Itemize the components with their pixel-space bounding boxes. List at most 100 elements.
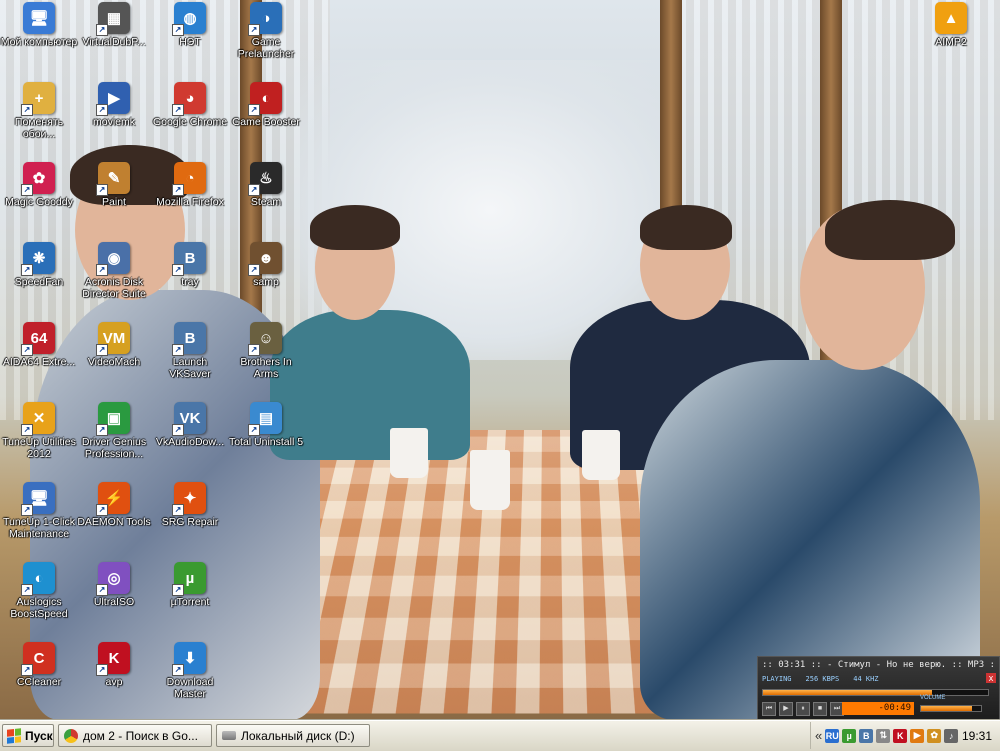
system-tray: « RU µ B ⇅ K ▶ ✿ ♪ 19:31 <box>810 722 1000 749</box>
desktop-icon-label: VkAudioDow... <box>155 436 225 448</box>
desktop-icon-aida64[interactable]: 64 ↗ AIDA64 Extre... <box>0 322 78 368</box>
aimp-seek-fill <box>763 690 932 695</box>
desktop-icon-label: VirtualDubP... <box>82 36 146 48</box>
desktop-icon-label: Acronis Disk Director Suite <box>82 276 146 300</box>
network-tray-icon[interactable]: ⇅ <box>876 728 891 743</box>
aimp-volume-slider[interactable] <box>920 705 982 712</box>
shortcut-arrow-icon: ↗ <box>96 424 108 436</box>
start-button[interactable]: Пуск <box>2 724 54 747</box>
vk-tray-icon[interactable]: B <box>859 728 874 743</box>
desktop-icon-kaspersky[interactable]: K ↗ avp <box>75 642 153 688</box>
aimp-play-button[interactable]: ▶ <box>779 702 793 716</box>
desktop-icon-daemon-tools[interactable]: ⚡ ↗ DAEMON Tools <box>75 482 153 528</box>
desktop-icon-change-wallpaper[interactable]: + ↗ Поменять обои... <box>0 82 78 140</box>
aimp-samplerate: 44 KHZ <box>853 675 879 683</box>
aimp-bitrate: 256 KBPS <box>805 675 840 683</box>
desktop-icon-ultraiso[interactable]: ◎ ↗ UltraISO <box>75 562 153 608</box>
desktop-icon-label: Mozilla Firefox <box>156 196 224 208</box>
game-prelauncher-icon: ◑ ↗ <box>248 2 282 36</box>
desktop-icon-samp[interactable]: ☻ ↗ samp <box>227 242 305 288</box>
desktop-icon-label: VideoMach <box>87 356 141 368</box>
desktop-icon-paint[interactable]: ✎ ↗ Paint <box>75 162 153 208</box>
desktop-icon-game-booster[interactable]: ◐ ↗ Game Booster <box>227 82 305 128</box>
download-master-icon: ⬇ ↗ <box>172 642 206 676</box>
desktop-icon-magic-gooddy[interactable]: ✿ ↗ Magic Gooddy <box>0 162 78 208</box>
aimp-pause-button[interactable]: ⏸ <box>796 702 810 716</box>
shortcut-arrow-icon: ↗ <box>96 24 108 36</box>
desktop-icon-vksaver[interactable]: B ↗ Launch VKSaver <box>151 322 229 380</box>
desktop-icon-label: Launch VKSaver <box>169 356 211 380</box>
aimp-mini-player[interactable]: :: 03:31 :: - Стимул - Но не верю. :: MP… <box>757 656 1000 720</box>
aida64-icon: 64 ↗ <box>21 322 55 356</box>
desktop-icon-label: TuneUp 1-Click Maintenance <box>3 516 75 540</box>
desktop-icon-tuneup-1click[interactable]: 🖥 ↗ TuneUp 1-Click Maintenance <box>0 482 78 540</box>
desktop-icon-vkaudio[interactable]: VK ↗ VkAudioDow... <box>151 402 229 448</box>
aimp-controls: ⏮ ▶ ⏸ ■ ⏭ <box>762 702 844 716</box>
desktop-icon-total-uninstall[interactable]: ▤ ↗ Total Uninstall 5 <box>227 402 305 448</box>
desktop-icon-steam[interactable]: ♨ ↗ Steam <box>227 162 305 208</box>
task-chrome-label: дом 2 - Поиск в Go... <box>83 728 198 743</box>
videomach-icon: VM ↗ <box>96 322 130 356</box>
desktop-icon-movie-maker[interactable]: ▶ ↗ moviemk <box>75 82 153 128</box>
chrome-task-icon <box>64 728 78 743</box>
desktop-icon-aimp2[interactable]: ▲ AIMP2 <box>912 2 990 48</box>
tuneup-1click-icon: 🖥 ↗ <box>21 482 55 516</box>
kaspersky-tray-icon[interactable]: K <box>893 728 908 743</box>
desktop-icon-label: Paint <box>102 196 126 208</box>
desktop-icon-videomach[interactable]: VM ↗ VideoMach <box>75 322 153 368</box>
desktop-icon-game-prelauncher[interactable]: ◑ ↗ Game Prelauncher <box>227 2 305 60</box>
shortcut-arrow-icon: ↗ <box>96 504 108 516</box>
language-indicator[interactable]: RU <box>825 728 840 743</box>
aimp-tray-icon[interactable]: ▶ <box>910 728 925 743</box>
desktop-icon-vk-tray[interactable]: B ↗ tray <box>151 242 229 288</box>
volume-tray-icon[interactable]: ♪ <box>944 728 959 743</box>
desktop-icon-label: tray <box>181 276 199 288</box>
desktop-icon-google-chrome[interactable]: ◕ ↗ Google Chrome <box>151 82 229 128</box>
desktop-icon-acronis[interactable]: ◉ ↗ Acronis Disk Director Suite <box>75 242 153 300</box>
desktop-icon-speedfan[interactable]: ❋ ↗ SpeedFan <box>0 242 78 288</box>
desktop-icon-tuneup-utilities[interactable]: ✕ ↗ TuneUp Utilities 2012 <box>0 402 78 460</box>
desktop-icon-driver-genius[interactable]: ▣ ↗ Driver Genius Profession... <box>75 402 153 460</box>
desktop-icon-firefox[interactable]: ◔ ↗ Mozilla Firefox <box>151 162 229 208</box>
aimp-close-button[interactable]: x <box>986 673 996 683</box>
magic-gooddy-icon: ✿ ↗ <box>21 162 55 196</box>
aimp-time-display[interactable]: -00:49 <box>842 702 914 715</box>
desktop-icon-srg-repair[interactable]: ✦ ↗ SRG Repair <box>151 482 229 528</box>
aimp-stop-button[interactable]: ■ <box>813 702 827 716</box>
aimp-seek-bar[interactable] <box>762 689 989 696</box>
desktop-icon-label: Поменять обои... <box>14 116 64 140</box>
shortcut-arrow-icon: ↗ <box>96 344 108 356</box>
task-chrome-search[interactable]: дом 2 - Поиск в Go... <box>58 724 212 747</box>
shortcut-arrow-icon: ↗ <box>96 664 108 676</box>
shortcut-arrow-icon: ↗ <box>172 584 184 596</box>
clock[interactable]: 19:31 <box>962 729 992 743</box>
desktop-icon-brothers-in-arms[interactable]: ☺ ↗ Brothers In Arms <box>227 322 305 380</box>
desktop-icon-my-computer[interactable]: 🖥 Мой компьютер <box>0 2 78 48</box>
task-local-disk[interactable]: Локальный диск (D:) <box>216 724 370 747</box>
desktop-icon-auslogics[interactable]: ◐ ↗ Auslogics BoostSpeed <box>0 562 78 620</box>
aimp-prev-button[interactable]: ⏮ <box>762 702 776 716</box>
desktop-icon-label: AIDA64 Extre... <box>2 356 76 368</box>
desktop-icon-label: DAEMON Tools <box>77 516 151 528</box>
desktop-icon-download-master[interactable]: ⬇ ↗ Download Master <box>151 642 229 700</box>
utorrent-tray-icon[interactable]: µ <box>842 728 857 743</box>
desktop-icon-label: µTorrent <box>170 596 210 608</box>
tuneup-utilities-icon: ✕ ↗ <box>21 402 55 436</box>
messenger-tray-icon[interactable]: ✿ <box>927 728 942 743</box>
shortcut-arrow-icon: ↗ <box>21 264 33 276</box>
desktop-icon-label: Total Uninstall 5 <box>228 436 304 448</box>
desktop-icon-network[interactable]: ◍ ↗ НЭТ <box>151 2 229 48</box>
desktop-icon-utorrent[interactable]: µ ↗ µTorrent <box>151 562 229 608</box>
show-hidden-icons-button[interactable]: « <box>815 728 822 743</box>
vk-tray-icon: B ↗ <box>172 242 206 276</box>
desktop-icon-label: Download Master <box>166 676 214 700</box>
total-uninstall-icon: ▤ ↗ <box>248 402 282 436</box>
task-disk-label: Локальный диск (D:) <box>241 728 355 743</box>
vksaver-icon: B ↗ <box>172 322 206 356</box>
desktop-icon-virtualdub[interactable]: ▦ ↗ VirtualDubP... <box>75 2 153 48</box>
desktop-icon-ccleaner[interactable]: C ↗ CCleaner <box>0 642 78 688</box>
drive-task-icon <box>222 731 236 740</box>
start-label: Пуск <box>25 728 53 743</box>
virtualdub-icon: ▦ ↗ <box>96 2 130 36</box>
shortcut-arrow-icon: ↗ <box>21 184 33 196</box>
